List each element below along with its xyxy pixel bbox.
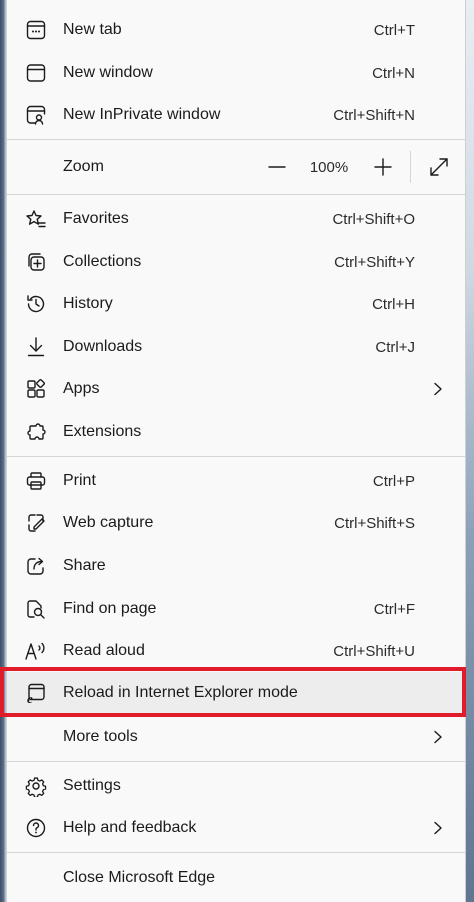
menu-item-settings[interactable]: Settings — [7, 765, 465, 807]
shortcut-text: Ctrl+P — [372, 472, 415, 490]
menu-item-label: New InPrivate window — [63, 106, 221, 123]
shortcut-text: Ctrl+F — [373, 600, 415, 618]
zoom-label: Zoom — [63, 158, 104, 175]
chevron-right-icon — [431, 821, 445, 835]
shortcut-text: Ctrl+Shift+U — [333, 642, 415, 660]
menu-item-label: New window — [63, 64, 153, 81]
shortcut-text: Ctrl+J — [375, 338, 415, 356]
shortcut-text: Ctrl+N — [372, 64, 415, 82]
shortcut-text: Ctrl+Shift+O — [332, 210, 415, 228]
svg-text:e: e — [27, 691, 33, 704]
shortcut-text: Ctrl+Shift+Y — [334, 253, 415, 271]
read-aloud-icon — [24, 639, 48, 663]
menu-item-label: Share — [63, 557, 106, 574]
menu-item-label: Find on page — [63, 600, 157, 617]
background-window-right — [466, 0, 474, 902]
menu-item-share[interactable]: Share — [7, 545, 465, 587]
menu-item-new-inprivate-window[interactable]: New InPrivate window Ctrl+Shift+N — [7, 94, 465, 136]
menu-item-downloads[interactable]: Downloads Ctrl+J — [7, 326, 465, 368]
menu-divider — [7, 852, 465, 853]
find-icon — [24, 597, 48, 621]
menu-item-apps[interactable]: Apps — [7, 368, 465, 410]
menu-item-label: Web capture — [63, 514, 154, 531]
shortcut-text: Ctrl+Shift+N — [333, 106, 415, 124]
menu-divider — [7, 194, 465, 195]
apps-icon — [24, 377, 48, 401]
help-icon — [24, 816, 48, 840]
menu-item-label: Reload in Internet Explorer mode — [63, 684, 298, 701]
collections-icon — [24, 250, 48, 274]
menu-item-label: Extensions — [63, 423, 142, 440]
chevron-right-icon — [431, 730, 445, 744]
downloads-icon — [24, 335, 48, 359]
web-capture-icon — [24, 511, 48, 535]
shortcut-text: Ctrl+H — [372, 295, 415, 313]
menu-item-extensions[interactable]: Extensions — [7, 411, 465, 453]
menu-item-close-microsoft-edge[interactable]: Close Microsoft Edge — [7, 857, 465, 899]
menu-item-help-and-feedback[interactable]: Help and feedback — [7, 807, 465, 849]
menu-item-history[interactable]: History Ctrl+H — [7, 283, 465, 325]
menu-item-label: Close Microsoft Edge — [63, 869, 216, 886]
menu-item-label: Help and feedback — [63, 819, 197, 836]
settings-icon — [24, 774, 48, 798]
favorites-icon — [24, 207, 48, 231]
menu-item-read-aloud[interactable]: Read aloud Ctrl+Shift+U — [7, 630, 465, 672]
extensions-icon — [24, 420, 48, 444]
menu-item-collections[interactable]: Collections Ctrl+Shift+Y — [7, 241, 465, 283]
menu-item-new-window[interactable]: New window Ctrl+N — [7, 52, 465, 94]
menu-item-new-tab[interactable]: New tab Ctrl+T — [7, 9, 465, 51]
new-tab-icon — [24, 18, 48, 42]
menu-item-favorites[interactable]: Favorites Ctrl+Shift+O — [7, 198, 465, 240]
settings-and-more-menu: New tab Ctrl+T New window Ctrl+N New InP… — [6, 0, 466, 902]
zoom-in-button[interactable] — [371, 155, 395, 179]
menu-item-web-capture[interactable]: Web capture Ctrl+Shift+S — [7, 502, 465, 544]
menu-item-label: Read aloud — [63, 642, 145, 659]
menu-item-label: Settings — [63, 777, 121, 794]
menu-item-label: More tools — [63, 728, 138, 745]
menu-divider — [7, 761, 465, 762]
menu-item-label: Favorites — [63, 210, 129, 227]
inprivate-icon — [24, 103, 48, 127]
shortcut-text: Ctrl+T — [373, 21, 415, 39]
menu-divider — [7, 456, 465, 457]
zoom-out-button[interactable] — [265, 155, 289, 179]
zoom-separator — [410, 151, 411, 183]
menu-item-label: New tab — [63, 21, 122, 38]
history-icon — [24, 292, 48, 316]
menu-item-label: Apps — [63, 380, 100, 397]
menu-item-label: Downloads — [63, 338, 143, 355]
zoom-row: Zoom 100% — [7, 145, 465, 189]
menu-item-more-tools[interactable]: More tools — [7, 716, 465, 758]
ie-mode-icon: e — [24, 681, 48, 705]
menu-item-reload-in-ie-mode[interactable]: e Reload in Internet Explorer mode — [7, 672, 465, 714]
zoom-value: 100% — [309, 158, 349, 176]
chevron-right-icon — [431, 382, 445, 396]
menu-divider — [7, 139, 465, 140]
new-window-icon — [24, 61, 48, 85]
fullscreen-icon[interactable] — [427, 155, 451, 179]
menu-item-print[interactable]: Print Ctrl+P — [7, 460, 465, 502]
menu-item-label: History — [63, 295, 113, 312]
menu-item-label: Collections — [63, 253, 142, 270]
share-icon — [24, 554, 48, 578]
print-icon — [24, 469, 48, 493]
shortcut-text: Ctrl+Shift+S — [334, 514, 415, 532]
menu-item-label: Print — [63, 472, 96, 489]
menu-item-find-on-page[interactable]: Find on page Ctrl+F — [7, 588, 465, 630]
